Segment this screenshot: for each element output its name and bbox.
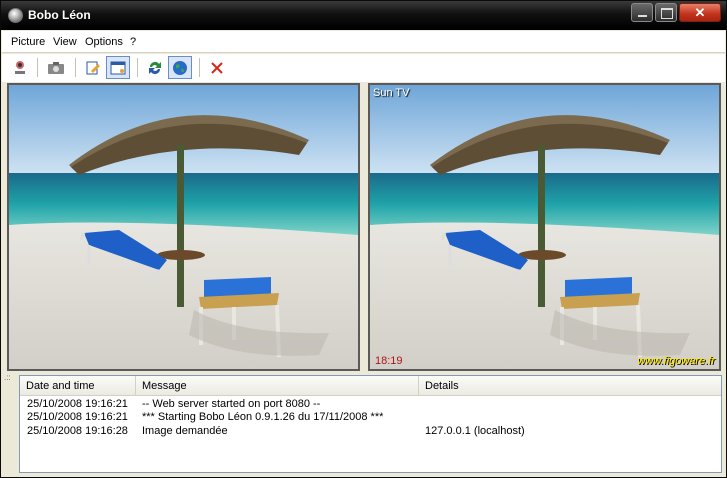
- timestamp-label: 18:19: [375, 355, 403, 367]
- preview-image-panel: [7, 83, 360, 371]
- menu-bar: Picture View Options ?: [2, 31, 725, 53]
- minimize-button[interactable]: [631, 3, 653, 22]
- beach-image: [370, 85, 719, 369]
- window-icon[interactable]: [106, 56, 130, 79]
- close-window-button[interactable]: ✕: [679, 3, 721, 22]
- app-icon: [8, 8, 23, 23]
- beach-image: [9, 85, 358, 369]
- column-header-message[interactable]: Message: [136, 376, 419, 395]
- watermark-label: www.figoware.fr: [637, 355, 715, 367]
- sync-icon[interactable]: [143, 56, 167, 79]
- log-header: Date and time Message Details: [20, 376, 721, 396]
- title-bar[interactable]: Bobo Léon ✕: [1, 1, 726, 30]
- log-datetime: 25/10/2008 19:16:28: [27, 425, 128, 437]
- maximize-button[interactable]: [655, 3, 677, 22]
- camera-name-label: Sun TV: [373, 87, 410, 99]
- window-title: Bobo Léon: [28, 8, 91, 22]
- globe-icon[interactable]: [168, 56, 192, 79]
- log-message: Image demandée: [142, 425, 228, 437]
- log-message: -- Web server started on port 8080 --: [142, 398, 321, 410]
- camera-icon[interactable]: [44, 56, 68, 79]
- menu-help[interactable]: ?: [130, 36, 136, 48]
- splitter-handle[interactable]: .::: [4, 373, 11, 382]
- edit-icon[interactable]: [81, 56, 105, 79]
- column-header-datetime[interactable]: Date and time: [20, 376, 136, 395]
- log-message: *** Starting Bobo Léon 0.9.1.26 du 17/11…: [142, 411, 384, 423]
- close-icon[interactable]: [205, 56, 229, 79]
- webcam-icon[interactable]: [8, 56, 32, 79]
- log-row[interactable]: 25/10/2008 19:16:28 Image demandée 127.0…: [20, 425, 721, 440]
- menu-view[interactable]: View: [53, 36, 77, 48]
- column-header-details[interactable]: Details: [419, 376, 721, 395]
- camera-image-panel: Sun TV 18:19 www.figoware.fr: [368, 83, 721, 371]
- menu-options[interactable]: Options: [85, 36, 123, 48]
- toolbar: [2, 54, 725, 82]
- log-details: 127.0.0.1 (localhost): [425, 425, 525, 437]
- log-row[interactable]: 25/10/2008 19:16:21 *** Starting Bobo Lé…: [20, 411, 721, 426]
- log-datetime: 25/10/2008 19:16:21: [27, 411, 128, 423]
- log-list[interactable]: Date and time Message Details 25/10/2008…: [19, 375, 722, 473]
- log-datetime: 25/10/2008 19:16:21: [27, 398, 128, 410]
- app-window: Bobo Léon ✕ Picture View Options ? Sun T…: [0, 0, 727, 478]
- menu-picture[interactable]: Picture: [11, 36, 45, 48]
